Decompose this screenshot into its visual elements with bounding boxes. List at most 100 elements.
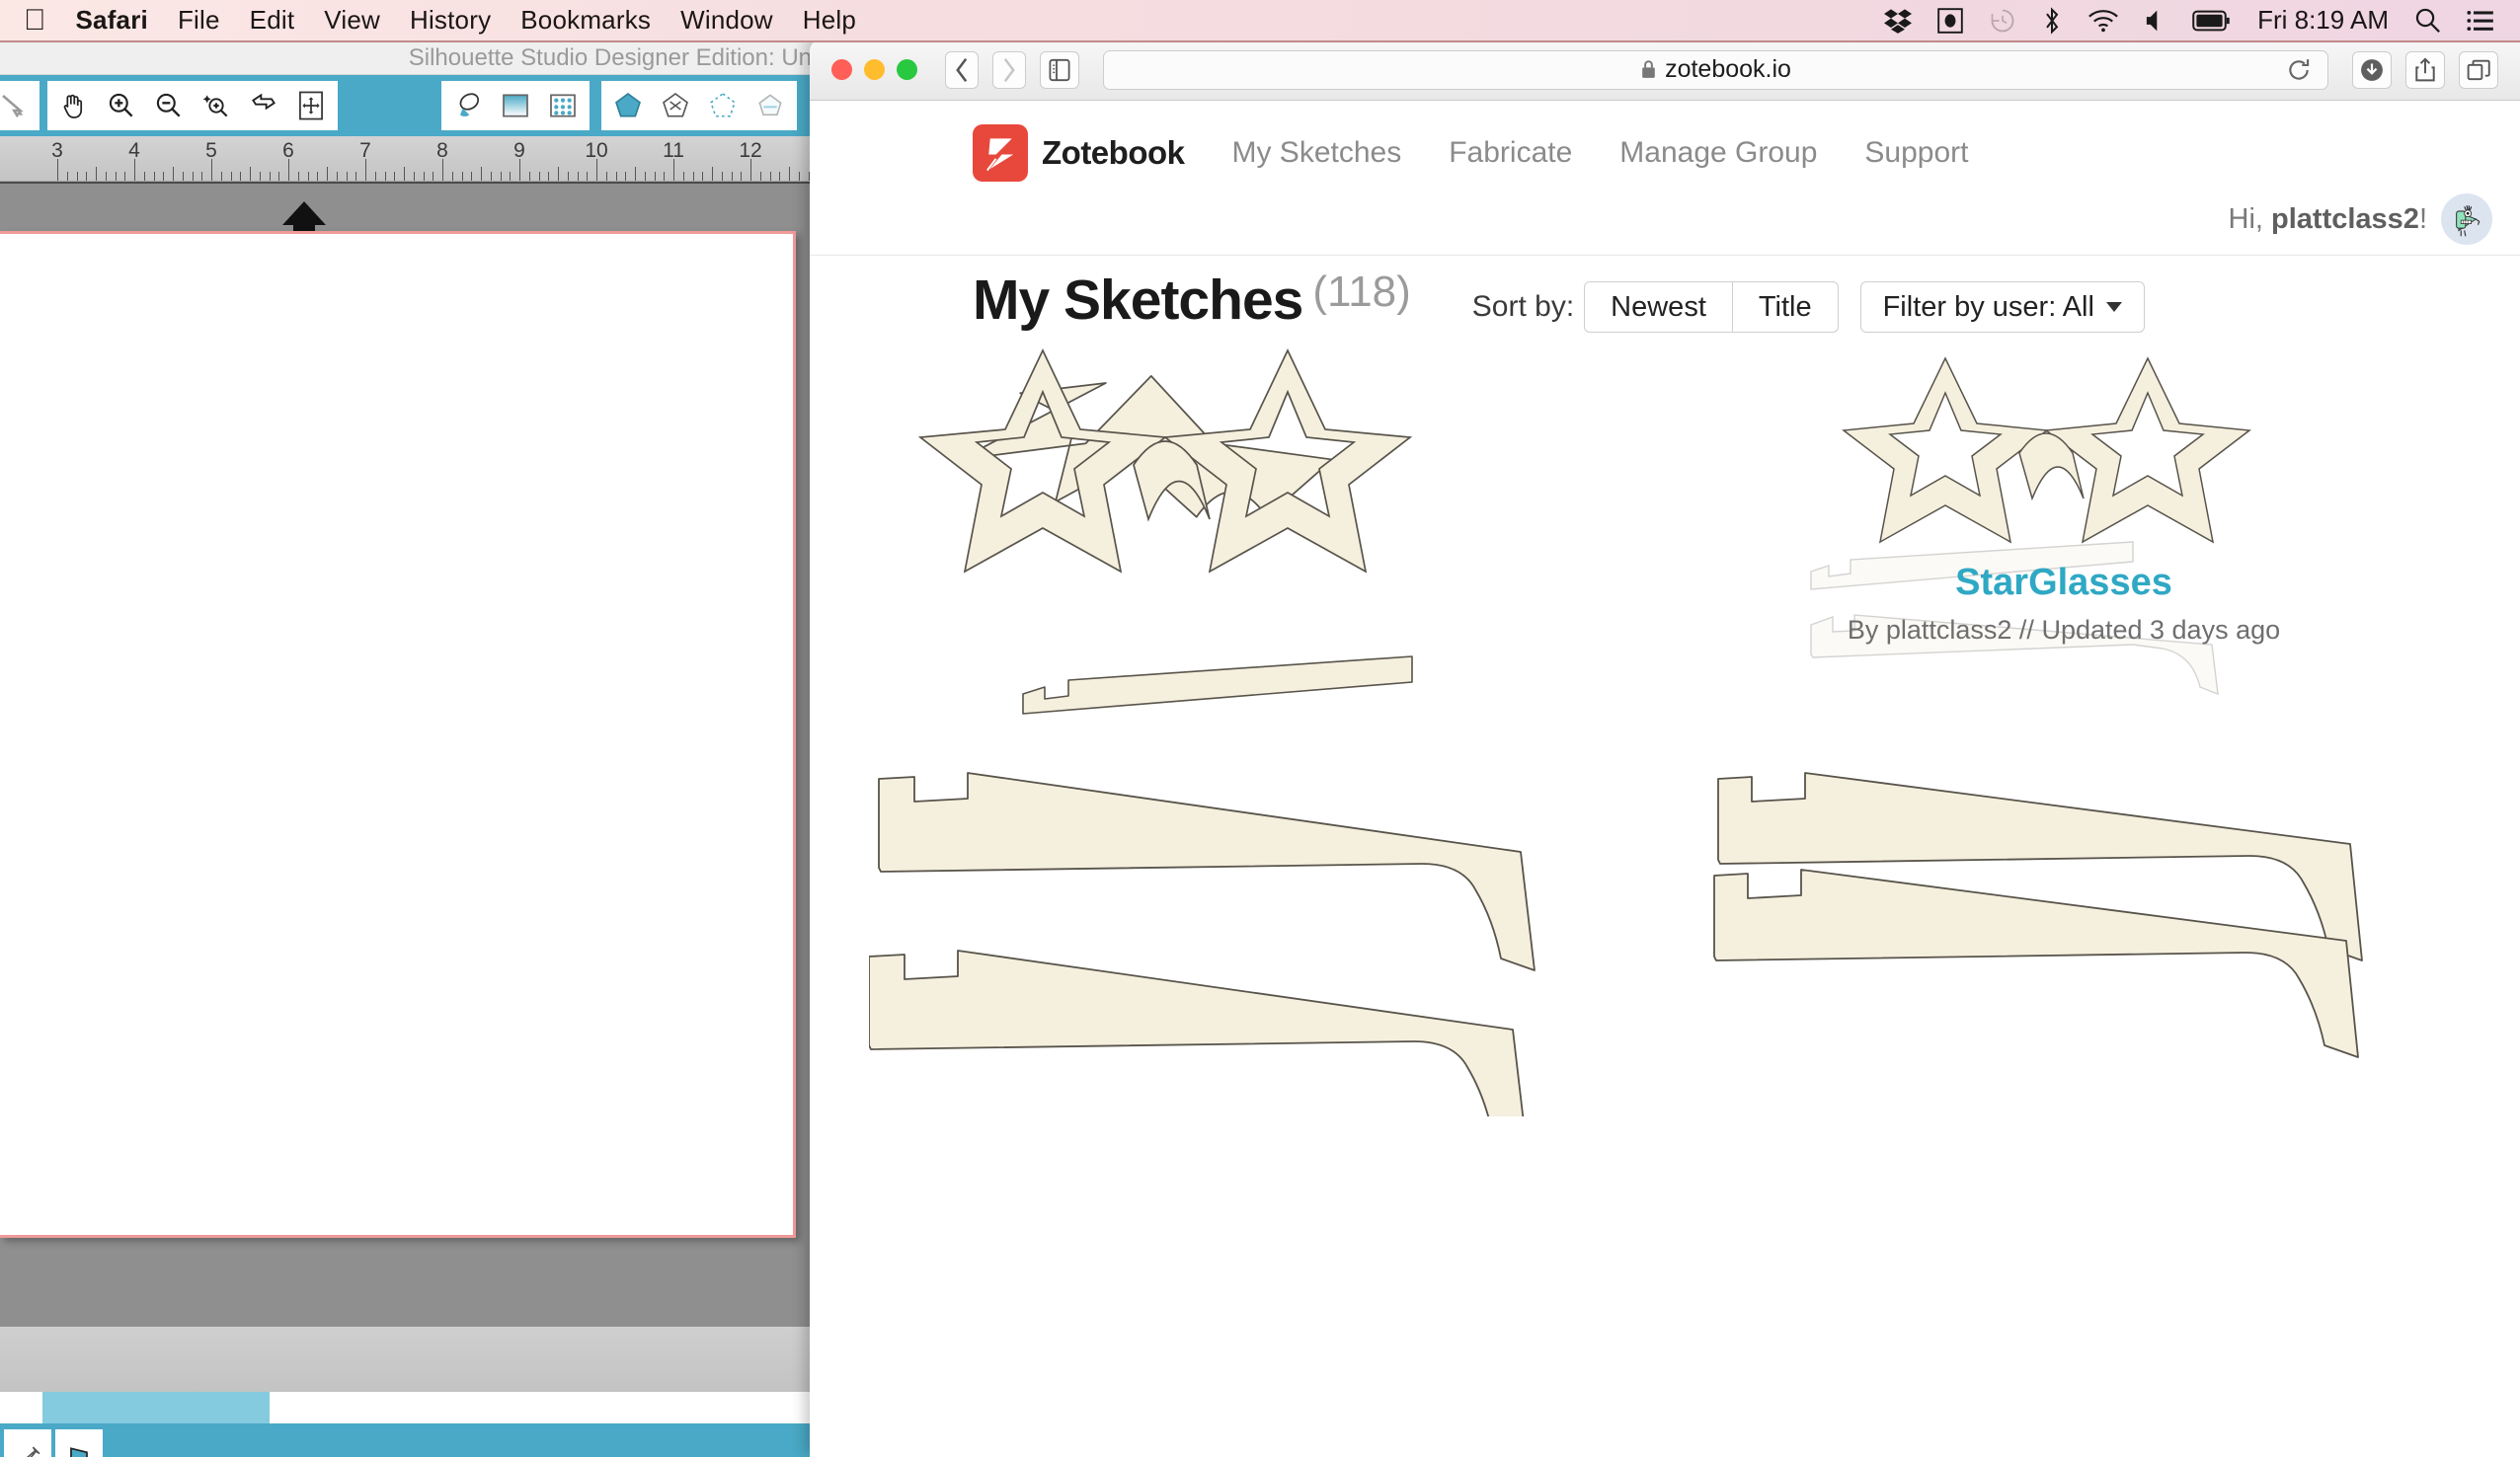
zoom-selection-icon[interactable]: [195, 85, 238, 126]
nav-link-fabricate[interactable]: Fabricate: [1449, 136, 1572, 170]
cursor-arrow-icon[interactable]: [0, 85, 35, 126]
brand-name[interactable]: Zotebook: [1042, 134, 1185, 172]
ruler-tick: [192, 172, 194, 181]
zoom-button[interactable]: [897, 59, 917, 80]
menu-item-help[interactable]: Help: [803, 5, 856, 36]
menu-item-history[interactable]: History: [410, 5, 491, 36]
silhouette-cutting-mat[interactable]: [0, 182, 827, 1327]
filter-by-user-dropdown[interactable]: Filter by user: All: [1859, 281, 2145, 333]
emboss-icon[interactable]: [748, 85, 792, 126]
menu-bar-clock[interactable]: Fri 8:19 AM: [2257, 5, 2389, 36]
notification-center-icon[interactable]: [2467, 4, 2494, 38]
menu-item-view[interactable]: View: [324, 5, 380, 36]
pan-hand-icon[interactable]: [52, 85, 96, 126]
silhouette-design-page[interactable]: [0, 231, 796, 1238]
sketch-card-large[interactable]: [869, 346, 1600, 761]
safari-browser-window[interactable]: zotebook.io Zotebook My Sketches Fabrica…: [810, 39, 2520, 1457]
shape-fill-icon[interactable]: [606, 85, 650, 126]
address-bar[interactable]: zotebook.io: [1103, 49, 2328, 90]
temple-arm-lower: [868, 950, 1528, 1149]
user-avatar-monster-icon[interactable]: [2441, 193, 2492, 245]
apple-logo-icon[interactable]: : [24, 5, 46, 36]
padlock-icon: [1640, 59, 1657, 80]
sort-newest-button[interactable]: Newest: [1584, 281, 1733, 333]
downloads-icon[interactable]: [2352, 50, 2392, 89]
screen-record-icon[interactable]: [1937, 4, 1963, 38]
zoom-fit-icon[interactable]: [242, 85, 285, 126]
volume-icon[interactable]: [2145, 4, 2166, 38]
minimize-button[interactable]: [864, 59, 885, 80]
ruler-tick: [86, 172, 88, 181]
ruler-tick: [721, 172, 723, 181]
sort-by-label: Sort by:: [1471, 290, 1575, 323]
share-icon[interactable]: [2405, 50, 2445, 89]
user-greeting-row: Hi, plattclass2!: [810, 193, 2520, 245]
page-setup-icon[interactable]: [55, 1429, 103, 1457]
temple-arms-pair-left: [868, 772, 1536, 1149]
back-button[interactable]: [945, 50, 979, 89]
silhouette-bottom-toolbar[interactable]: [0, 1423, 829, 1457]
time-machine-icon[interactable]: [1989, 4, 2016, 38]
forward-button[interactable]: [992, 50, 1026, 89]
nav-link-manage-group[interactable]: Manage Group: [1619, 136, 1817, 170]
sort-and-filter-bar[interactable]: Sort by: Newest Title Filter by user: Al…: [1472, 281, 2145, 333]
eyedropper-icon[interactable]: [4, 1429, 51, 1457]
battery-icon[interactable]: [2192, 4, 2232, 38]
zoom-region-icon[interactable]: [289, 85, 333, 126]
toolbar-group-cursor[interactable]: [0, 81, 39, 130]
ruler-tick: [596, 159, 597, 181]
sketch-card-temple-arms-left[interactable]: [868, 761, 1600, 1156]
spotlight-search-icon[interactable]: [2414, 4, 2441, 38]
menu-bar-status-items[interactable]: Fri 8:19 AM: [1884, 4, 2494, 38]
window-traffic-lights[interactable]: [831, 59, 917, 80]
ruler-tick: [759, 172, 761, 181]
ruler-tick: [702, 172, 704, 181]
sort-title-button[interactable]: Title: [1732, 281, 1839, 333]
safari-toolbar[interactable]: zotebook.io: [810, 39, 2520, 101]
sidebar-toggle-icon[interactable]: [1040, 50, 1079, 89]
toolbar-group-zoom[interactable]: [47, 81, 338, 130]
sketch-count: (118): [1312, 268, 1411, 316]
site-nav[interactable]: Zotebook My Sketches Fabricate Manage Gr…: [810, 101, 2520, 199]
toolbar-group-effects[interactable]: [601, 81, 797, 130]
silhouette-toolbar[interactable]: [0, 75, 829, 136]
gradient-fill-icon[interactable]: [494, 85, 537, 126]
silhouette-studio-window[interactable]: Silhouette Studio Designer Edition: Unti: [0, 42, 829, 1457]
dropbox-icon[interactable]: [1884, 4, 1913, 38]
menu-item-bookmarks[interactable]: Bookmarks: [520, 5, 651, 36]
sketch-pen-icon[interactable]: [654, 85, 697, 126]
sketch-card-thumbnail[interactable]: StarGlasses By plattclass2 // Updated 3 …: [1698, 346, 2429, 761]
pattern-fill-icon[interactable]: [541, 85, 585, 126]
tab-overview-icon[interactable]: [2459, 50, 2498, 89]
wifi-icon[interactable]: [2087, 4, 2119, 38]
ruler-tick: [615, 172, 617, 181]
scrollbar-thumb[interactable]: [42, 1392, 270, 1423]
ruler-tick: [769, 172, 771, 181]
sort-button-group[interactable]: Newest Title: [1584, 281, 1839, 333]
stipple-icon[interactable]: [701, 85, 745, 126]
reload-icon[interactable]: [2286, 57, 2312, 83]
zotebook-z-logo-icon[interactable]: [973, 124, 1028, 182]
macos-menu-bar[interactable]:  Safari File Edit View History Bookmark…: [0, 0, 2520, 42]
silhouette-horizontal-scrollbar[interactable]: [0, 1392, 829, 1423]
ruler-tick: [548, 172, 550, 181]
zoom-out-icon[interactable]: [147, 85, 191, 126]
ruler-tick: [567, 172, 569, 181]
ruler-tick: [76, 172, 78, 181]
menu-item-safari[interactable]: Safari: [76, 5, 148, 36]
menu-item-window[interactable]: Window: [680, 5, 773, 36]
zoom-in-icon[interactable]: [100, 85, 143, 126]
ruler-tick: [442, 159, 443, 181]
fill-color-icon[interactable]: [446, 85, 490, 126]
menu-item-edit[interactable]: Edit: [250, 5, 295, 36]
close-button[interactable]: [831, 59, 852, 80]
menu-item-file[interactable]: File: [178, 5, 220, 36]
ruler-tick: [317, 172, 319, 181]
ruler-tick: [577, 172, 579, 181]
nav-link-my-sketches[interactable]: My Sketches: [1231, 136, 1401, 170]
nav-link-support[interactable]: Support: [1864, 136, 1968, 170]
bluetooth-icon[interactable]: [2042, 4, 2062, 38]
sketch-card-temple-arms-right[interactable]: [1698, 761, 2429, 1156]
toolbar-group-fill[interactable]: [441, 81, 590, 130]
sketch-title[interactable]: StarGlasses: [1698, 562, 2429, 604]
